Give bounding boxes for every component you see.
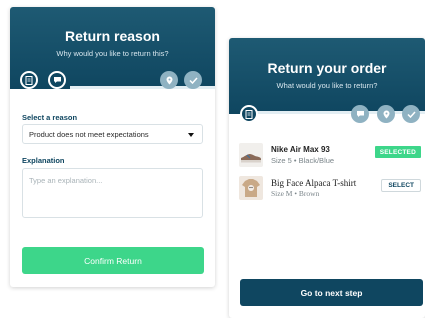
explanation-label: Explanation	[22, 156, 65, 165]
receipt-icon[interactable]	[20, 71, 38, 89]
select-button[interactable]: SELECT	[381, 179, 421, 192]
select-reason-label: Select a reason	[22, 113, 78, 122]
return-order-title: Return your order	[267, 60, 387, 76]
progress-bar	[10, 86, 215, 89]
reason-select-value: Product does not meet expectations	[29, 130, 149, 139]
return-order-card: Return your order What would you like to…	[229, 38, 425, 318]
selected-badge[interactable]: SELECTED	[374, 146, 421, 158]
return-order-subtitle: What would you like to return?	[276, 81, 378, 90]
progress-bar	[229, 111, 425, 114]
return-reason-subtitle: Why would you like to return this?	[56, 49, 169, 58]
return-order-header: Return your order What would you like to…	[229, 38, 425, 123]
return-reason-title: Return reason	[65, 28, 160, 44]
tshirt-thumbnail	[239, 176, 263, 200]
item-meta: Size M • Brown	[271, 189, 320, 198]
list-item[interactable]: Big Face Alpaca T-shirt Size M • Brown S…	[229, 174, 425, 202]
checkmark-icon[interactable]	[184, 71, 202, 89]
item-name: Nike Air Max 93	[271, 145, 330, 154]
chat-bubble-icon[interactable]	[351, 105, 369, 123]
list-item[interactable]: Nike Air Max 93 Size 5 • Black/Blue SELE…	[229, 141, 425, 169]
map-pin-icon[interactable]	[377, 105, 395, 123]
explanation-textarea[interactable]: Type an explanation...	[22, 168, 203, 218]
chevron-down-icon	[188, 133, 194, 137]
confirm-return-button[interactable]: Confirm Return	[22, 247, 204, 274]
item-meta: Size 5 • Black/Blue	[271, 156, 335, 165]
receipt-icon[interactable]	[240, 105, 258, 123]
next-step-button[interactable]: Go to next step	[240, 279, 423, 306]
shoe-thumbnail	[239, 143, 263, 167]
chat-bubble-icon[interactable]	[48, 71, 66, 89]
map-pin-icon[interactable]	[160, 71, 178, 89]
reason-select[interactable]: Product does not meet expectations	[22, 124, 203, 144]
checkmark-icon[interactable]	[402, 105, 420, 123]
return-reason-header: Return reason Why would you like to retu…	[10, 7, 215, 89]
return-reason-card: Return reason Why would you like to retu…	[10, 7, 215, 287]
explanation-placeholder: Type an explanation...	[29, 176, 103, 185]
item-name: Big Face Alpaca T-shirt	[271, 178, 357, 188]
